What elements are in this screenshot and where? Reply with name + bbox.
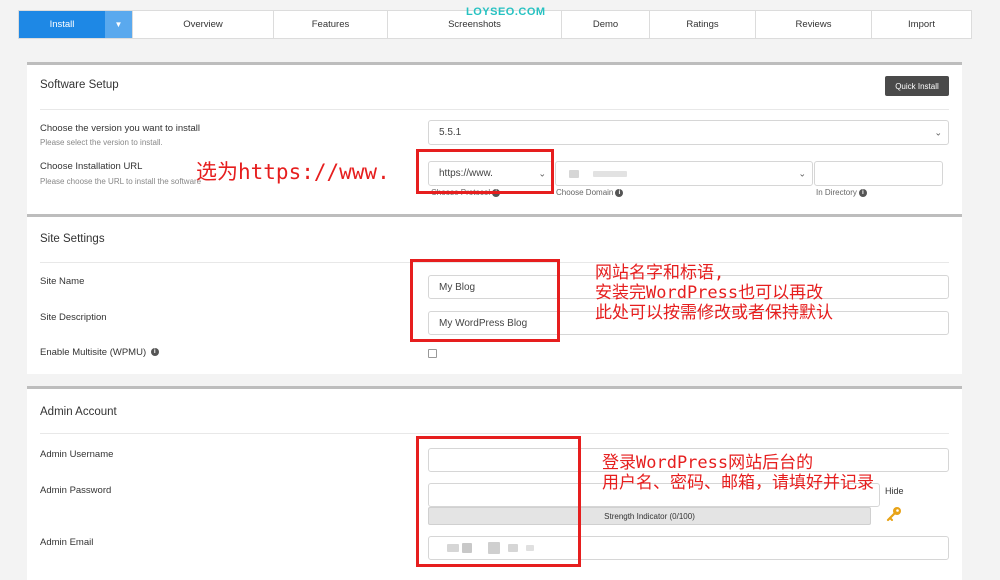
info-icon: i [858, 188, 867, 197]
quick-install-button[interactable]: Quick Install [885, 76, 949, 96]
admin-account-annotation: 登录WordPress网站后台的 用户名、密码、邮箱，请填好并记录 [602, 453, 874, 493]
domain-caption: Choose Domain i [556, 188, 624, 197]
tab-ratings[interactable]: Ratings [650, 11, 756, 38]
hide-password-toggle[interactable]: Hide [885, 486, 904, 496]
info-icon: i [150, 348, 159, 357]
install-dropdown-toggle[interactable]: ▼ [105, 11, 133, 38]
version-help: Please select the version to install. [40, 138, 163, 147]
tab-reviews[interactable]: Reviews [756, 11, 872, 38]
caret-down-icon: ▼ [114, 20, 123, 29]
tab-import[interactable]: Import [872, 11, 971, 38]
tab-overview[interactable]: Overview [133, 11, 274, 38]
site-settings-annotation: 网站名字和标语, 安装完WordPress也可以再改 此处可以按需修改或者保持默… [595, 263, 833, 323]
multisite-label: Enable Multisite (WPMU) i [40, 347, 159, 358]
tab-features[interactable]: Features [274, 11, 388, 38]
tab-demo[interactable]: Demo [562, 11, 650, 38]
watermark: LOYSEO.COM [466, 6, 546, 18]
section-title: Software Setup [40, 79, 119, 91]
site-settings-highlight-box [410, 259, 560, 342]
section-title: Site Settings [40, 233, 105, 245]
admin-email-label: Admin Email [40, 537, 94, 548]
blurred-domain [569, 169, 579, 178]
chevron-down-icon: ⌄ [798, 168, 806, 178]
info-icon: i [615, 188, 624, 197]
version-value: 5.5.1 [439, 127, 462, 138]
key-icon[interactable] [885, 505, 903, 523]
site-description-label: Site Description [40, 312, 107, 323]
version-label: Choose the version you want to install [40, 123, 201, 134]
protocol-annotation: 选为https://www. [196, 160, 390, 184]
section-title: Admin Account [40, 406, 117, 418]
multisite-checkbox[interactable] [428, 349, 437, 358]
chevron-down-icon: ⌄ [934, 127, 942, 137]
url-label: Choose Installation URL [40, 161, 143, 172]
directory-input[interactable] [814, 161, 943, 186]
admin-password-label: Admin Password [40, 485, 112, 496]
admin-account-highlight-box [416, 436, 581, 567]
directory-caption: In Directory i [816, 188, 867, 197]
url-help: Please choose the URL to install the sof… [40, 177, 202, 186]
protocol-highlight-box [416, 149, 554, 194]
tab-install[interactable]: Install [19, 11, 105, 38]
version-select[interactable]: 5.5.1 ⌄ [428, 120, 949, 145]
site-name-label: Site Name [40, 276, 85, 287]
admin-username-label: Admin Username [40, 449, 114, 460]
domain-select[interactable]: ⌄ [555, 161, 813, 186]
